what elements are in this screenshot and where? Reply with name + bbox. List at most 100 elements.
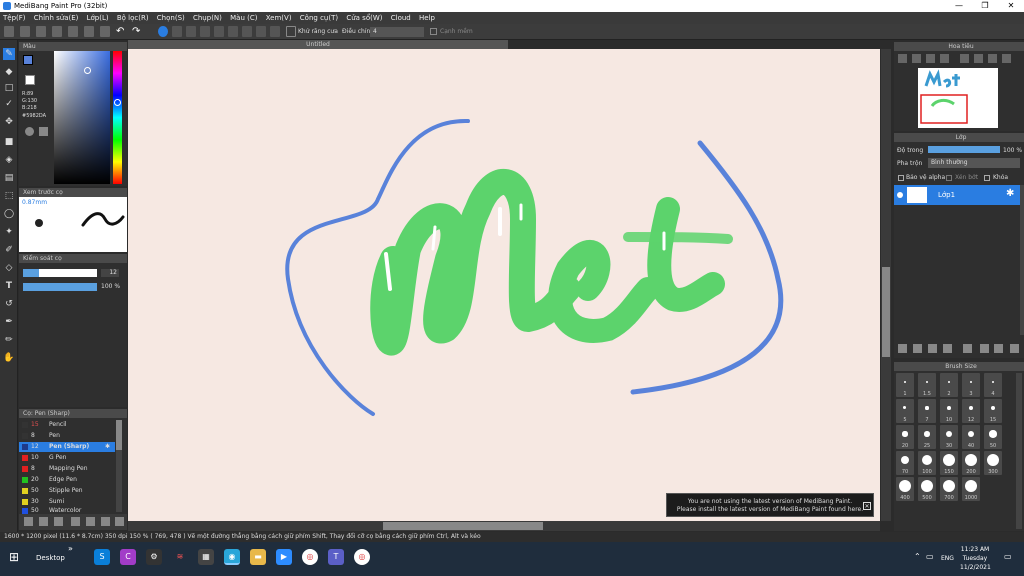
close-button[interactable]: ✕ bbox=[998, 0, 1024, 12]
brush-new-icon[interactable] bbox=[39, 517, 48, 526]
primary-color-swatch[interactable] bbox=[23, 55, 33, 65]
hue-slider[interactable] bbox=[113, 51, 122, 184]
brush-list-scrollbar[interactable] bbox=[116, 420, 122, 512]
language-indicator[interactable]: ENG bbox=[941, 555, 954, 562]
brush-item-g-pen[interactable]: 10 G Pen bbox=[19, 453, 119, 463]
brush-copy-icon[interactable] bbox=[71, 517, 80, 526]
brush-tool-icon[interactable]: ✎ bbox=[3, 48, 15, 60]
layer-visibility-icon[interactable] bbox=[897, 192, 903, 198]
new-1bit-layer-icon[interactable] bbox=[943, 344, 952, 353]
brush-size-cell[interactable]: 25 bbox=[918, 425, 936, 449]
new-halftone-layer-icon[interactable] bbox=[913, 344, 922, 353]
brush-item-pen-sharp[interactable]: 12 Pen (Sharp) ✱ bbox=[19, 442, 115, 452]
chrome-profile-icon[interactable]: ◎ bbox=[354, 549, 370, 565]
adjust-dropdown[interactable]: 4 bbox=[370, 27, 424, 37]
file-explorer-icon[interactable]: ▬ bbox=[250, 549, 266, 565]
antialias-off-icon[interactable] bbox=[158, 26, 168, 37]
app-icon[interactable]: C bbox=[120, 549, 136, 565]
hand-tool-icon[interactable]: ✋ bbox=[3, 352, 15, 364]
color-history-icon[interactable] bbox=[39, 127, 48, 136]
redo-icon[interactable]: ↷ bbox=[132, 26, 142, 37]
update-notification[interactable]: You are not using the latest version of … bbox=[666, 493, 874, 517]
lock-checkbox[interactable] bbox=[984, 175, 990, 181]
brush-size-cell[interactable]: 150 bbox=[940, 451, 958, 475]
brush-delete-icon[interactable] bbox=[115, 517, 124, 526]
chrome-icon[interactable]: ◎ bbox=[302, 549, 318, 565]
restore-button[interactable]: ❐ bbox=[972, 0, 998, 12]
magic-wand-icon[interactable]: ✦ bbox=[3, 226, 15, 238]
move-tool-icon[interactable]: ✥ bbox=[3, 116, 15, 128]
bucket-tool-icon[interactable]: ◈ bbox=[3, 154, 15, 166]
rotate-left-icon[interactable] bbox=[960, 54, 969, 63]
brush-size-cell[interactable]: 400 bbox=[896, 477, 914, 501]
brush-size-cell[interactable]: 20 bbox=[896, 425, 914, 449]
menu-view[interactable]: Xem(V) bbox=[263, 12, 295, 24]
fit-icon[interactable] bbox=[926, 54, 935, 63]
brush-size-cell[interactable]: 10 bbox=[940, 399, 958, 423]
brush-size-cell[interactable]: 700 bbox=[940, 477, 958, 501]
zoom-out-icon[interactable] bbox=[912, 54, 921, 63]
clip-checkbox[interactable] bbox=[946, 175, 952, 181]
desktop-expand-icon[interactable]: » bbox=[68, 544, 73, 553]
brush-size-scrollbar[interactable] bbox=[1016, 373, 1022, 529]
transparent-color-swatch[interactable] bbox=[25, 75, 35, 85]
brush-size-cell[interactable]: 4 bbox=[984, 373, 1002, 397]
new-file-icon[interactable] bbox=[20, 26, 30, 37]
dropper-tool-icon[interactable]: ✒ bbox=[3, 316, 15, 328]
brush-icon[interactable] bbox=[52, 26, 62, 37]
protect-alpha-checkbox[interactable] bbox=[898, 175, 904, 181]
reset-rotation-icon[interactable] bbox=[988, 54, 997, 63]
layer-settings-icon[interactable]: ✱ bbox=[1006, 188, 1014, 199]
brush-size-cell[interactable]: 12 bbox=[962, 399, 980, 423]
brush-size-cell[interactable]: 1 bbox=[896, 373, 914, 397]
menu-snap[interactable]: Chụp(N) bbox=[190, 12, 225, 24]
delete-layer-icon[interactable] bbox=[1010, 344, 1019, 353]
layer-row[interactable]: Lớp1 ✱ bbox=[894, 185, 1020, 205]
brush-size-cell[interactable]: 50 bbox=[984, 425, 1002, 449]
brush-size-cell[interactable]: 30 bbox=[940, 425, 958, 449]
canvas-vertical-scrollbar[interactable] bbox=[881, 49, 891, 521]
snap-vanishing-icon[interactable] bbox=[270, 26, 280, 37]
select-pen-icon[interactable]: ✐ bbox=[3, 244, 15, 256]
brush-settings-icon[interactable]: ✱ bbox=[105, 442, 110, 452]
select-check-icon[interactable]: ✓ bbox=[3, 98, 15, 110]
brush-size-cell[interactable]: 300 bbox=[984, 451, 1002, 475]
smooth-checkbox[interactable] bbox=[430, 28, 437, 35]
hue-slider-handle[interactable] bbox=[114, 99, 121, 106]
brush-item-pen[interactable]: 8 Pen bbox=[19, 431, 119, 441]
operation-tool-icon[interactable]: ↺ bbox=[3, 298, 15, 310]
brush-size-cell[interactable]: 2 bbox=[940, 373, 958, 397]
desktop-label[interactable]: Desktop bbox=[36, 554, 65, 562]
gradient-tool-icon[interactable]: ▤ bbox=[3, 172, 15, 184]
brush-size-cell[interactable]: 7 bbox=[918, 399, 936, 423]
menu-filter[interactable]: Bộ lọc(R) bbox=[114, 12, 152, 24]
navigator-thumbnail[interactable] bbox=[918, 68, 998, 128]
brush-item-stipple-pen[interactable]: 50 Stipple Pen bbox=[19, 486, 119, 496]
brush-move-icon[interactable] bbox=[101, 517, 110, 526]
settings-app-icon[interactable]: ⚙ bbox=[146, 549, 162, 565]
teams-icon[interactable]: T bbox=[328, 549, 344, 565]
rect-tool-icon[interactable]: □ bbox=[3, 82, 15, 94]
menu-help[interactable]: Help bbox=[416, 12, 438, 24]
select-rect-icon[interactable]: ⬚ bbox=[3, 190, 15, 202]
menu-color[interactable]: Màu (C) bbox=[227, 12, 260, 24]
menu-select[interactable]: Chọn(S) bbox=[154, 12, 188, 24]
undo-icon[interactable]: ↶ bbox=[116, 26, 126, 37]
snap-curve-icon[interactable] bbox=[256, 26, 266, 37]
brush-size-cell[interactable]: 100 bbox=[918, 451, 936, 475]
zoom-app-icon[interactable]: ▶ bbox=[276, 549, 292, 565]
brush-size-cell[interactable]: 15 bbox=[984, 399, 1002, 423]
brush-size-cell[interactable]: 1000 bbox=[962, 477, 980, 501]
text-tool-icon[interactable]: T bbox=[3, 280, 15, 292]
brush-size-cell[interactable]: 1.5 bbox=[918, 373, 936, 397]
saturation-value-picker[interactable] bbox=[54, 51, 110, 184]
brush-cloud-icon[interactable] bbox=[24, 517, 33, 526]
snap-circle-icon[interactable] bbox=[242, 26, 252, 37]
antialias-checkbox[interactable] bbox=[286, 26, 296, 37]
layer-folder-icon[interactable] bbox=[963, 344, 972, 353]
actual-size-icon[interactable] bbox=[940, 54, 949, 63]
layer-opacity-slider[interactable] bbox=[928, 146, 1000, 153]
lasso-tool-icon[interactable]: ◯ bbox=[3, 208, 15, 220]
palette-icon[interactable] bbox=[25, 127, 34, 136]
medibang-taskbar-icon[interactable]: ◉ bbox=[224, 549, 240, 565]
